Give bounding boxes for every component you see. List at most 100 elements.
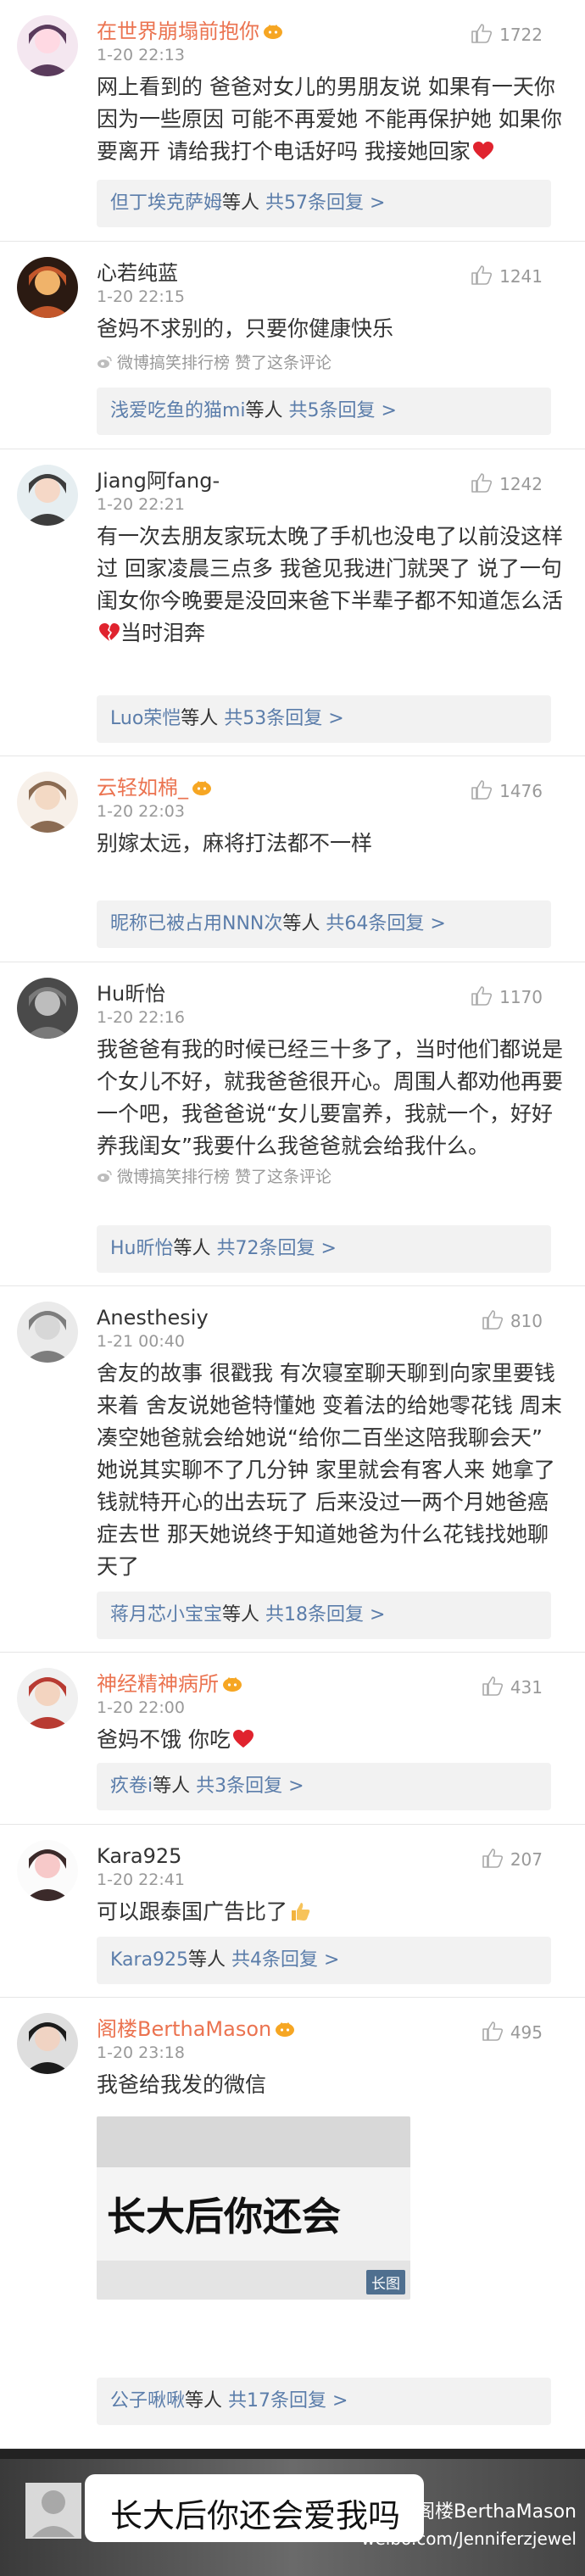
replies-link[interactable]: 浅爱吃鱼的猫mi等人 共5条回复 > [97, 388, 551, 435]
username[interactable]: 云轻如棉_ [97, 775, 212, 800]
comment-line: 过 回家凌晨三点多 我爸见我进门就哭了 说了一句 [97, 556, 562, 581]
avatar[interactable] [17, 15, 78, 76]
banner-message: 长大后你还会爱我吗 [110, 2497, 401, 2534]
timestamp: 1-20 22:13 [97, 46, 185, 64]
comment-line: 网上看到的 爸爸对女儿的男朋友说 如果有一天你 [97, 75, 555, 99]
like-button[interactable]: 1722 [471, 22, 543, 47]
replies-link[interactable]: Luo荣恺等人 共53条回复 > [97, 695, 551, 743]
broken-heart-icon [97, 621, 120, 645]
replies-link[interactable]: 公子啾啾等人 共17条回复 > [97, 2378, 551, 2425]
thumbs-up-emoji-icon [287, 1899, 311, 1924]
comment-header: 在世界崩塌前抱你 1-20 22:13 1722 [97, 19, 573, 64]
replies-link[interactable]: Kara925等人 共4条回复 > [97, 1937, 551, 1984]
reply-separator: 等人 [222, 192, 266, 214]
reply-count[interactable]: 共5条回复 > [289, 400, 397, 421]
username[interactable]: 阁楼BerthaMason [97, 2016, 295, 2042]
thumbs-up-icon [471, 985, 499, 1010]
reply-count[interactable]: 共57条回复 > [265, 192, 385, 214]
like-count: 495 [510, 2022, 543, 2043]
avatar[interactable] [17, 465, 78, 526]
like-button[interactable]: 495 [482, 2020, 543, 2045]
reply-count[interactable]: 共18条回复 > [265, 1604, 385, 1625]
reply-count[interactable]: 共4条回复 > [231, 1949, 339, 1971]
like-count: 1722 [499, 25, 543, 45]
like-button[interactable]: 1241 [471, 264, 543, 289]
comment-text: 可以跟泰国广告比了 [97, 1896, 565, 1928]
comment-line: 凑空她爸就会给她说“给你二百坐这陪我聊会天” [97, 1425, 543, 1450]
comment-feed: 在世界崩塌前抱你 1-20 22:13 1722 网上看到的 爸爸对女儿的男朋友说 如… [0, 0, 585, 2449]
reply-separator: 等人 [245, 400, 289, 421]
reply-count[interactable]: 共64条回复 > [326, 913, 445, 934]
thumbs-up-icon [471, 472, 499, 497]
comment-line: 钱就特开心的出去玩了 后来没过一两个月她爸癌 [97, 1490, 549, 1514]
red-heart-icon [231, 1727, 254, 1752]
like-button[interactable]: 1170 [471, 984, 543, 1010]
like-button[interactable]: 1476 [471, 778, 543, 804]
liked-by-note: 微博搞笑排行榜 赞了这条评论 [97, 350, 332, 373]
reply-user[interactable]: Luo荣恺 [110, 708, 181, 729]
comment-line: 症去世 那天她说终于知道她爸为什么花钱找她聊 [97, 1522, 549, 1547]
long-image-tag: 长图 [366, 2270, 405, 2294]
liked-by-note: 微博搞笑排行榜 赞了这条评论 [97, 1164, 332, 1187]
reply-user[interactable]: 蒋月芯小宝宝 [110, 1604, 222, 1625]
reply-separator: 等人 [188, 1949, 232, 1971]
reply-count[interactable]: 共3条回复 > [196, 1776, 304, 1797]
replies-link[interactable]: 昵称已被占用NNN次等人 共64条回复 > [97, 900, 551, 948]
like-count: 1476 [499, 781, 543, 801]
like-button[interactable]: 207 [482, 1847, 543, 1872]
avatar[interactable] [17, 2013, 78, 2074]
username[interactable]: Hu昕怡 [97, 981, 165, 1006]
comment-text: 有一次去朋友家玩太晚了手机也没电了以前没这样过 回家凌晨三点多 我爸见我进门就哭… [97, 521, 565, 650]
reply-count[interactable]: 共72条回复 > [217, 1238, 337, 1259]
vip-badge-icon [259, 20, 283, 43]
username[interactable]: Kara925 [97, 1843, 181, 1869]
replies-link[interactable]: Hu昕怡等人 共72条回复 > [97, 1225, 551, 1273]
avatar[interactable] [17, 978, 78, 1039]
username[interactable]: Anesthesiy [97, 1305, 209, 1330]
avatar[interactable] [17, 1668, 78, 1729]
comment-item: 神经精神病所 1-20 22:00 431 爸妈不饿 你吃 疚卷i等人 共3条回复 > [0, 1653, 585, 1825]
comment-item: 云轻如棉_ 1-20 22:03 1476 别嫁太远，麻将打法都不一样昵称已被占用NN… [0, 756, 585, 962]
like-button[interactable]: 1242 [471, 471, 543, 497]
username[interactable]: 心若纯蓝 [97, 260, 178, 286]
replies-link[interactable]: 但丁埃克萨姆等人 共57条回复 > [97, 180, 551, 227]
comment-line: 可以跟泰国广告比了 [97, 1896, 565, 1928]
reply-user[interactable]: 疚卷i [110, 1776, 153, 1797]
avatar[interactable] [17, 1302, 78, 1363]
timestamp: 1-20 22:00 [97, 1698, 185, 1717]
avatar[interactable] [17, 772, 78, 833]
reply-separator: 等人 [173, 1238, 217, 1259]
comment-line: 一个吧，我爸爸说“女儿要富养，我就一个，好好 [97, 1101, 553, 1126]
reply-count[interactable]: 共53条回复 > [224, 708, 343, 729]
comment-item: 在世界崩塌前抱你 1-20 22:13 1722 网上看到的 爸爸对女儿的男朋友说 如… [0, 0, 585, 242]
comment-line: 个女儿不好，就我爸爸很开心。周围人都劝他再要 [97, 1069, 564, 1094]
reply-user[interactable]: 公子啾啾 [110, 2390, 185, 2412]
thumbs-up-icon [471, 779, 499, 804]
replies-link[interactable]: 疚卷i等人 共3条回复 > [97, 1763, 551, 1810]
comment-line: 因为一些原因 可能不再爱她 不能再保护她 如果你 [97, 107, 562, 131]
username[interactable]: 在世界崩塌前抱你 [97, 19, 283, 44]
red-heart-icon [471, 139, 494, 164]
reply-user[interactable]: Hu昕怡 [110, 1238, 174, 1259]
weibo-icon [97, 1168, 117, 1184]
reply-user[interactable]: 但丁埃克萨姆 [110, 192, 222, 214]
comment-line: 当时泪奔 [97, 617, 565, 650]
reply-count[interactable]: 共17条回复 > [228, 2390, 348, 2412]
replies-link[interactable]: 蒋月芯小宝宝等人 共18条回复 > [97, 1592, 551, 1639]
comment-text: 别嫁太远，麻将打法都不一样 [97, 828, 565, 860]
reply-user[interactable]: 浅爱吃鱼的猫mi [110, 400, 246, 421]
like-button[interactable]: 431 [482, 1675, 543, 1700]
avatar[interactable] [17, 1840, 78, 1901]
username[interactable]: Jiang阿fang- [97, 468, 220, 493]
reply-user[interactable]: 昵称已被占用NNN次 [110, 913, 282, 934]
attached-image[interactable]: 长大后你还会 长图 [97, 2116, 410, 2300]
like-button[interactable]: 810 [482, 1308, 543, 1334]
reply-user[interactable]: Kara925 [110, 1949, 188, 1971]
avatar[interactable] [17, 257, 78, 318]
weibo-icon [97, 354, 117, 370]
username[interactable]: 神经精神病所 [97, 1671, 242, 1697]
comment-line: 养我闺女”我要什么我爸爸就会给我什么。 [97, 1134, 489, 1158]
like-count: 1170 [499, 987, 543, 1007]
timestamp: 1-20 22:03 [97, 802, 185, 821]
watermark-line-1: @阁楼BerthaMason [397, 2501, 577, 2523]
